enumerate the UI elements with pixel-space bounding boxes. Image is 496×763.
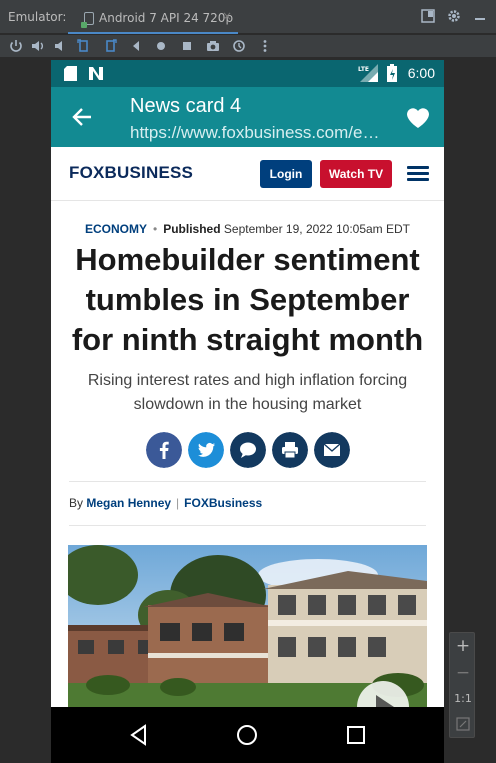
- article-meta: ECONOMY • Published September 19, 2022 10:…: [51, 222, 444, 236]
- sd-card-icon: [64, 66, 77, 81]
- nav-back-icon[interactable]: [127, 723, 151, 747]
- zoom-fit-icon[interactable]: [456, 717, 470, 731]
- volume-down-icon[interactable]: [52, 38, 68, 54]
- back-icon[interactable]: [128, 38, 144, 54]
- rotate-right-icon[interactable]: [102, 38, 118, 54]
- emulator-tab-title: Android 7 API 24 720p: [99, 11, 234, 25]
- fox-business-logo[interactable]: FOXBUSINESS: [69, 163, 193, 183]
- article-hero-image: [68, 545, 427, 707]
- minimize-icon[interactable]: [473, 9, 487, 23]
- article-headline: Homebuilder sentiment tumbles in Septemb…: [71, 242, 424, 357]
- logo-fox-text: FOX: [69, 163, 105, 182]
- window-mode-icon[interactable]: [421, 9, 435, 23]
- zoom-in-button[interactable]: +: [450, 636, 476, 656]
- phone-screen: LTE 6:00 News card 4 https://www.foxbusi…: [51, 60, 444, 763]
- byline-by: By: [69, 496, 84, 510]
- author-link[interactable]: Megan Henney: [86, 496, 171, 510]
- snapshot-icon[interactable]: [231, 38, 247, 54]
- app-bar-title: News card 4: [130, 95, 242, 117]
- battery-icon: [387, 64, 397, 82]
- logo-business-text: BUSINESS: [104, 163, 194, 182]
- print-icon[interactable]: [272, 432, 308, 468]
- device-icon: [81, 12, 94, 28]
- share-buttons: [146, 432, 356, 468]
- back-arrow-icon[interactable]: [71, 106, 93, 128]
- meta-separator: •: [153, 222, 158, 236]
- rotate-left-icon[interactable]: [76, 38, 92, 54]
- byline: By Megan Henney | FOXBusiness: [69, 496, 262, 510]
- power-icon[interactable]: [8, 38, 24, 54]
- emulator-label: Emulator:: [8, 10, 67, 24]
- published-date: September 19, 2022 10:05am EDT: [223, 222, 411, 236]
- android-nav-bar: [51, 707, 444, 763]
- app-bar-url: https://www.foxbusiness.com/economy/home…: [130, 123, 386, 142]
- nfc-icon: [89, 67, 103, 80]
- overview-icon[interactable]: [179, 38, 195, 54]
- status-bar: LTE 6:00: [51, 60, 444, 87]
- byline-divider-top: [69, 481, 426, 482]
- email-icon[interactable]: [314, 432, 350, 468]
- emulator-toolbar: [0, 35, 496, 57]
- home-icon[interactable]: [153, 38, 169, 54]
- byline-separator: |: [176, 496, 180, 510]
- emulator-titlebar: Emulator: Android 7 API 24 720p ×: [0, 0, 496, 34]
- published-label: Published: [163, 222, 221, 236]
- nav-recents-icon[interactable]: [344, 723, 368, 747]
- app-bar: News card 4 https://www.foxbusiness.com/…: [51, 87, 444, 147]
- web-content: FOXBUSINESS Login Watch TV ECONOMY • Publi…: [51, 147, 444, 707]
- signal-icon: LTE: [358, 64, 378, 82]
- watch-tv-button[interactable]: Watch TV: [320, 160, 392, 188]
- outlet-link[interactable]: FOXBusiness: [184, 496, 262, 510]
- more-icon[interactable]: [257, 38, 273, 54]
- zoom-out-button[interactable]: −: [450, 663, 476, 683]
- nav-home-icon[interactable]: [235, 723, 259, 747]
- heart-icon[interactable]: [405, 105, 431, 129]
- svg-text:LTE: LTE: [358, 66, 369, 73]
- status-time: 6:00: [407, 65, 435, 81]
- camera-icon[interactable]: [205, 38, 221, 54]
- site-header: FOXBUSINESS Login Watch TV: [51, 147, 444, 201]
- gear-icon[interactable]: [447, 9, 461, 23]
- comment-icon[interactable]: [230, 432, 266, 468]
- menu-icon[interactable]: [407, 166, 429, 182]
- login-button[interactable]: Login: [260, 160, 312, 188]
- zoom-actual-size-button[interactable]: 1:1: [450, 692, 476, 705]
- twitter-icon[interactable]: [188, 432, 224, 468]
- article-subhead: Rising interest rates and high inflation…: [87, 372, 408, 413]
- category-link[interactable]: ECONOMY: [85, 222, 147, 236]
- emulator-device-tab[interactable]: Android 7 API 24 720p ×: [68, 4, 238, 34]
- facebook-icon[interactable]: [146, 432, 182, 468]
- volume-up-icon[interactable]: [30, 38, 46, 54]
- byline-divider-bottom: [69, 525, 426, 526]
- close-tab-icon[interactable]: ×: [222, 9, 232, 23]
- zoom-panel: + − 1:1: [449, 632, 475, 738]
